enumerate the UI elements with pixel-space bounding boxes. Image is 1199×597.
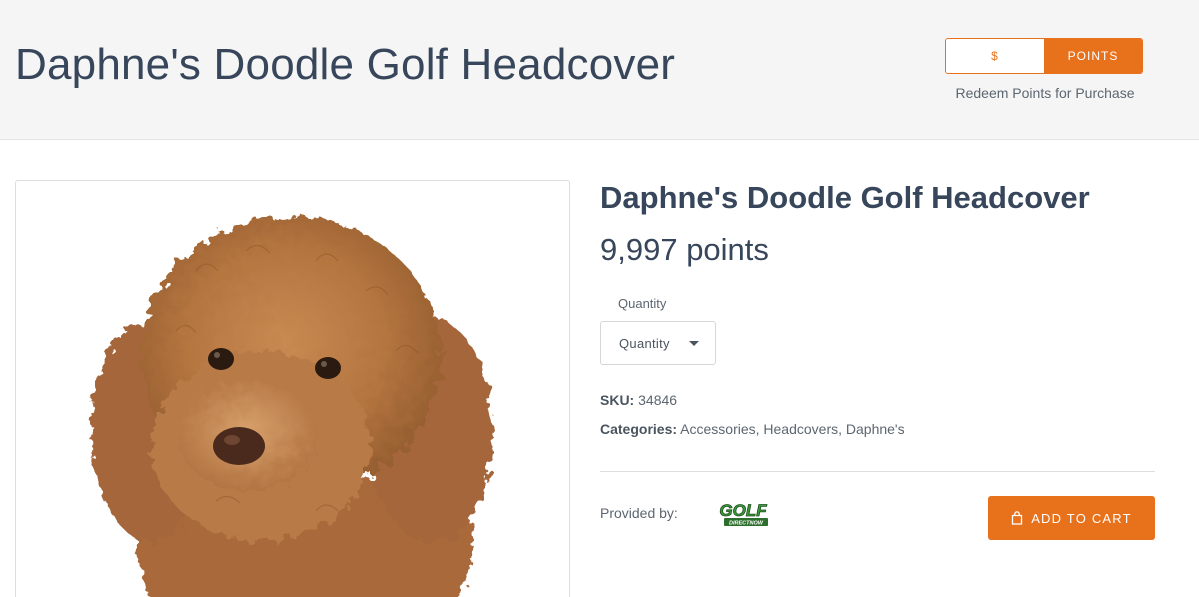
provided-by-label: Provided by: [600,505,678,521]
caret-down-icon [689,341,699,346]
sku-value: 34846 [638,392,678,408]
golf-direct-now-logo[interactable]: GOLF DIRECTNOW [712,496,774,530]
toggle-caption: Redeem Points for Purchase [955,85,1135,101]
categories-value[interactable]: Accessories, Headcovers, Daphne's [680,421,904,437]
shopping-bag-icon [1012,511,1023,525]
quantity-select[interactable]: Quantity [600,321,716,365]
product-name: Daphne's Doodle Golf Headcover [600,180,1090,215]
sku-row: SKU: 34846 [600,392,677,408]
product-price: 9,997 points [600,232,769,267]
add-to-cart-button[interactable]: ADD TO CART [988,496,1155,540]
quantity-label: Quantity [618,296,667,311]
logo-main-text: GOLF [719,501,767,520]
sku-label: SKU: [600,392,635,408]
product-image-frame[interactable] [15,180,570,597]
add-to-cart-label: ADD TO CART [1031,510,1132,526]
categories-row: Categories: Accessories, Headcovers, Dap… [600,421,905,437]
dollar-option[interactable]: $ [946,39,1044,73]
quantity-select-value: Quantity [619,335,670,351]
page-header: Daphne's Doodle Golf Headcover $ POINTS … [0,0,1199,140]
plush-dog-headcover-image [91,216,493,597]
divider [600,471,1155,472]
page-title: Daphne's Doodle Golf Headcover [15,40,676,89]
categories-label: Categories: [600,421,678,437]
points-option[interactable]: POINTS [1044,39,1142,73]
logo-sub-text: DIRECTNOW [729,521,764,527]
currency-toggle: $ POINTS [945,38,1143,74]
